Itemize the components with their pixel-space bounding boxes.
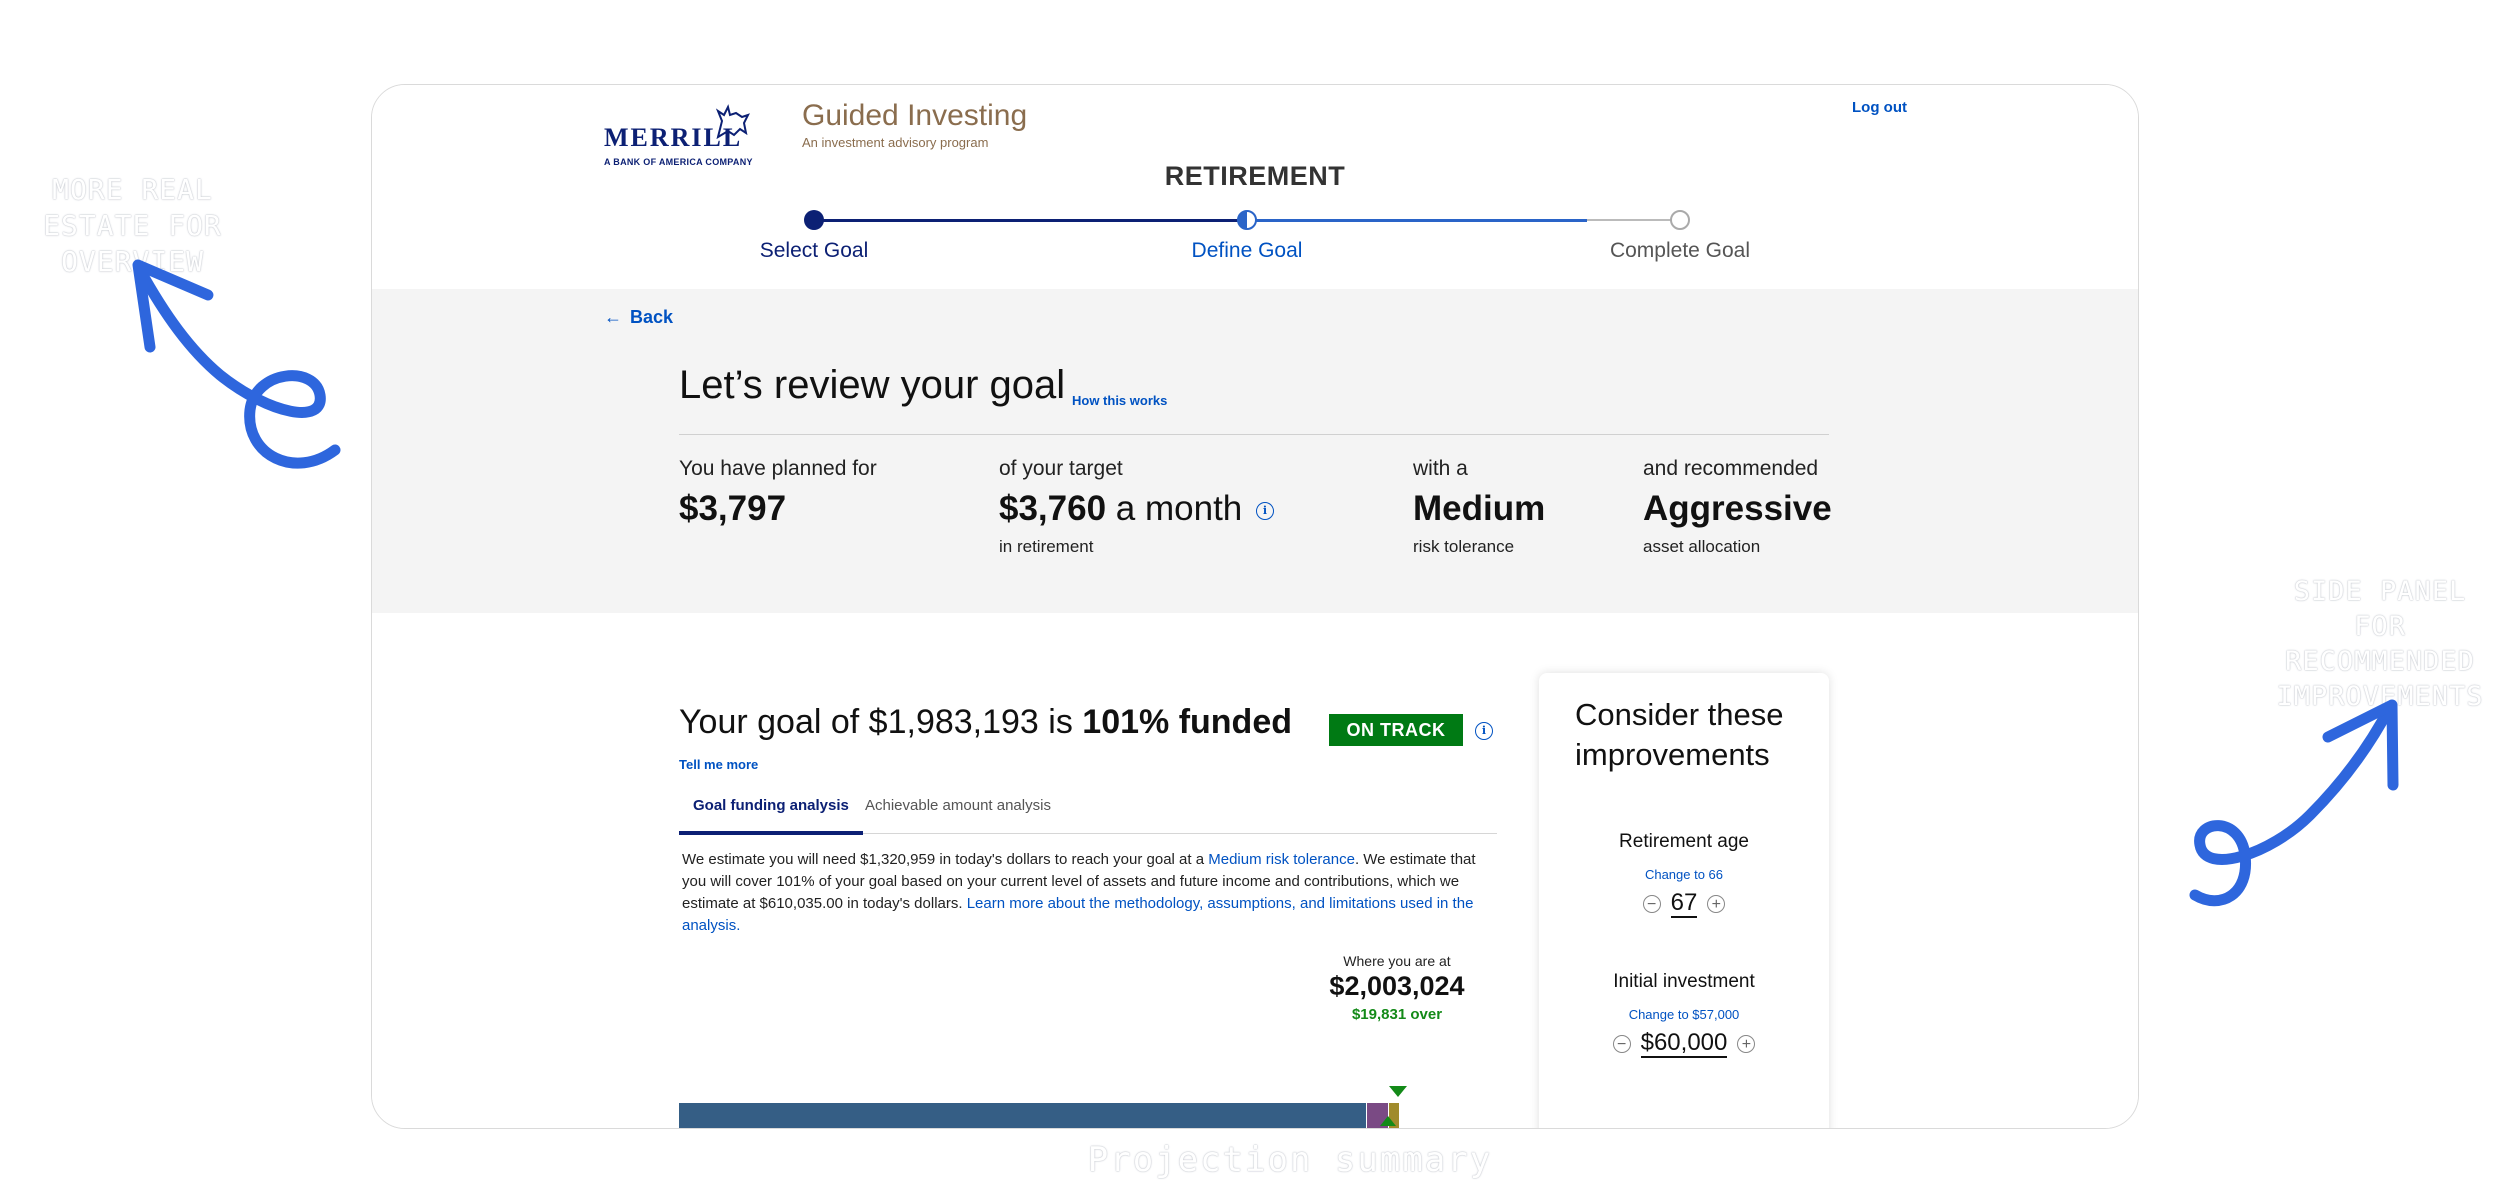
stepper-line-done [815,219,1252,222]
over-amount: $19,831 over [1351,1006,1443,1023]
info-icon[interactable]: i [1475,722,1493,740]
summary-divider [679,434,1829,435]
tell-me-more-link[interactable]: Tell me more [679,757,758,772]
risk-tolerance-link[interactable]: Medium risk tolerance [1208,851,1355,868]
target-unit: a month [1115,489,1243,528]
annotation-side-panel: SIDE PANEL FOR RECOMMENDED IMPROVEMENTS [2276,576,2484,712]
retirement-age-value[interactable]: 67 [1670,890,1698,918]
projection-marker: Where you are at $2,003,024 $19,831 over [1292,953,1502,1023]
info-icon[interactable]: i [1256,501,1274,520]
goal-title: Your goal of $1,983,193 is 101% funded [679,703,1292,742]
projection-bar [679,1103,1399,1128]
risk-value: Medium [1413,489,1546,528]
step-label-complete[interactable]: Complete Goal [1580,239,1780,263]
annotation-projection-summary: Projection summary [1087,1140,1493,1180]
alloc-value: Aggressive [1643,489,1832,528]
goal-summary: ← Back Let’s review your goal How this wo… [372,289,2138,613]
step-dot-complete [1670,210,1690,230]
where-amount: $2,003,024 [1329,971,1465,1001]
planned-value: $3,797 [679,489,787,528]
goal-title-funded: 101% funded [1082,703,1293,741]
target-foot: in retirement [999,537,1094,556]
improvement-retirement-age: Retirement age Change to 66 − 67 + [1539,831,1829,918]
marker-triangle-up-icon [1380,1116,1396,1126]
risk-label: with a [1413,457,1468,480]
header: MERRILL A BANK OF AMERICA COMPANY Guided… [372,85,2138,289]
improvement-change-link[interactable]: Change to 66 [1539,867,1829,882]
progress-stepper: Select Goal Define Goal Complete Goal [372,85,2138,289]
improvements-title: Consider these improvements [1575,697,1784,772]
improvement-initial-investment: Initial investment Change to $57,000 − $… [1539,971,1829,1058]
minus-icon[interactable]: − [1642,895,1661,913]
target-value: $3,760 [999,489,1107,528]
summary-risk: with a Medium risk tolerance [1413,457,1545,557]
step-dot-select [804,210,824,230]
back-label: Back [630,307,674,327]
plus-icon[interactable]: + [1737,1035,1756,1053]
tab-goal-funding-analysis[interactable]: Goal funding analysis [679,793,863,835]
summary-planned: You have planned for $3,797 [679,457,877,529]
analysis-text-1: We estimate you will need $1,320,959 in … [682,851,1209,868]
stepper-line-progress [1252,219,1587,222]
arrow-left-icon: ← [604,307,622,327]
improvement-label: Retirement age [1619,831,1749,852]
status-badge: ON TRACK [1329,714,1463,746]
arrow-up-right-icon [2189,699,2399,907]
marker-triangle-down-icon [1389,1086,1407,1097]
retirement-age-stepper: − 67 + [1539,890,1829,918]
target-value-row: $3,760 a month i [999,489,1274,529]
review-title: Let’s review your goal [679,363,1066,407]
plus-icon[interactable]: + [1707,895,1726,913]
alloc-foot: asset allocation [1643,537,1761,556]
target-label: of your target [999,457,1123,480]
step-label-select[interactable]: Select Goal [714,239,914,263]
minus-icon[interactable]: − [1612,1035,1631,1053]
improvement-label: Initial investment [1613,971,1755,992]
step-label-define[interactable]: Define Goal [1147,239,1347,263]
initial-investment-stepper: − $60,000 + [1539,1030,1829,1058]
tab-achievable-amount-analysis[interactable]: Achievable amount analysis [865,793,1051,831]
back-button[interactable]: ← Back [604,307,673,328]
summary-allocation: and recommended Aggressive asset allocat… [1643,457,1832,557]
goal-detail: Your goal of $1,983,193 is 101% funded O… [372,613,2138,1128]
improvement-change-link[interactable]: Change to $57,000 [1539,1007,1829,1022]
improvements-panel: Consider these improvements Retirement a… [1539,673,1829,1128]
app-frame: MERRILL A BANK OF AMERICA COMPANY Guided… [371,84,2139,1129]
arrow-up-left-icon [132,259,341,469]
how-this-works-link[interactable]: How this works [1072,393,1167,408]
step-dot-define [1237,210,1257,230]
risk-foot: risk tolerance [1413,537,1515,556]
analysis-tabs: Goal funding analysis Achievable amount … [679,793,1497,835]
analysis-text: We estimate you will need $1,320,959 in … [682,849,1498,937]
alloc-label: and recommended [1643,457,1819,480]
goal-title-prefix: Your goal of $1,983,193 is [679,703,1073,741]
where-label: Where you are at [1343,953,1451,969]
initial-investment-value[interactable]: $60,000 [1640,1030,1728,1058]
projection-bar-segment-1 [679,1103,1366,1128]
planned-label: You have planned for [679,457,877,480]
summary-target: of your target $3,760 a month i in retir… [999,457,1274,557]
